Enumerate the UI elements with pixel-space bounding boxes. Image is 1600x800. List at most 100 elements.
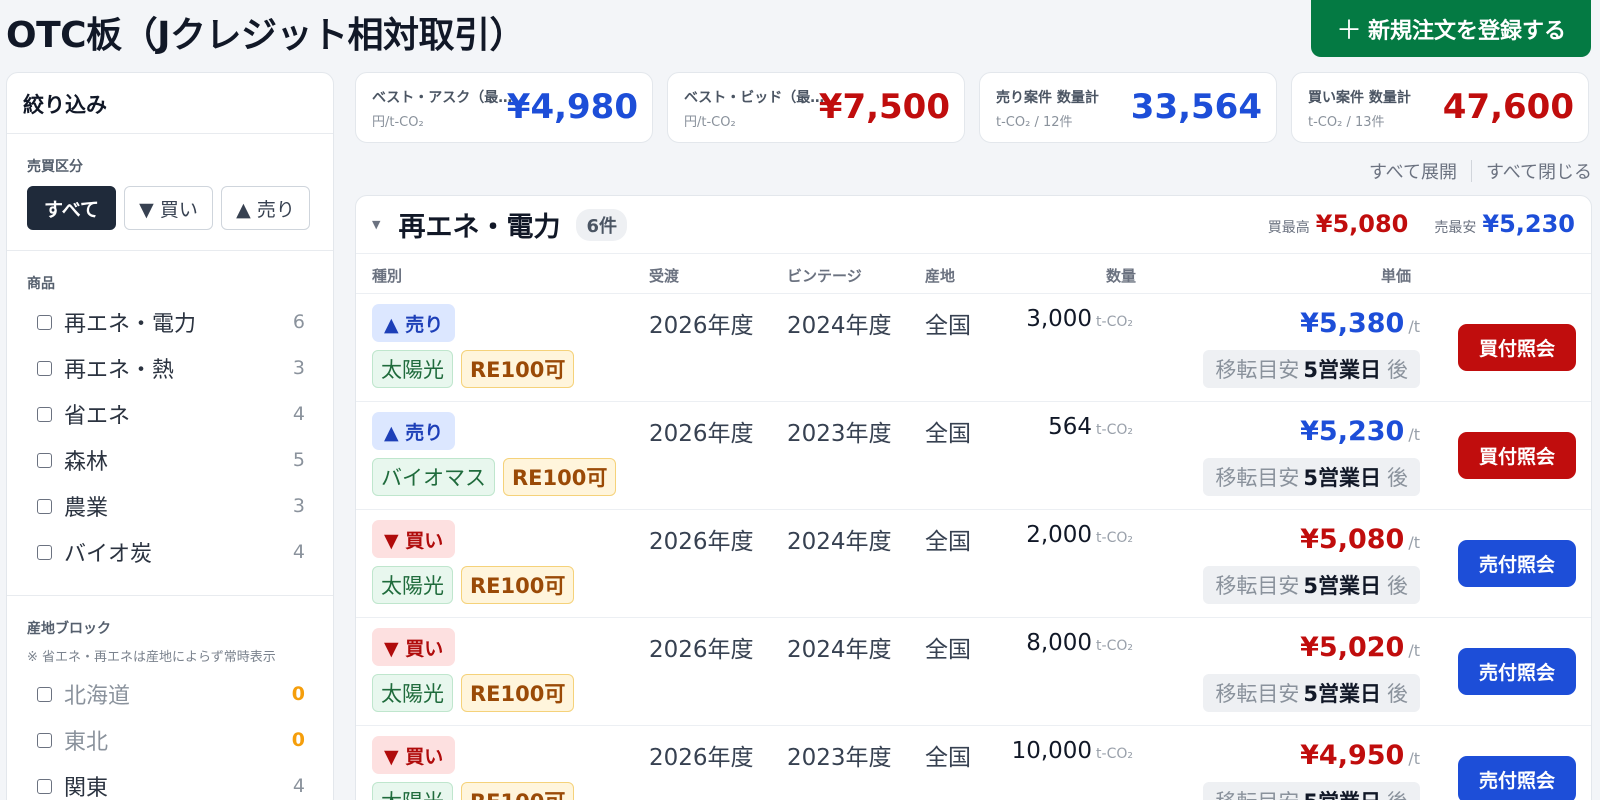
side-filter-label: 売買区分 bbox=[27, 159, 83, 175]
region-filter-item[interactable]: 関東 4 bbox=[7, 763, 333, 800]
page-title: OTC板（Jクレジット相対取引） bbox=[6, 15, 525, 56]
quantity-cell: 3,000 t-CO₂ bbox=[1026, 306, 1133, 332]
buy-total-card: 買い案件 数量計 t-CO₂ / 13件 47,600 bbox=[1291, 72, 1589, 143]
plus-icon: ＋ bbox=[1335, 16, 1362, 46]
product-filter-item[interactable]: 再エネ・電力 6 bbox=[7, 299, 333, 345]
checkbox[interactable] bbox=[37, 406, 52, 422]
re100-tag: RE100可 bbox=[461, 782, 575, 800]
transfer-estimate: 移転目安5営業日後 bbox=[1203, 782, 1420, 800]
checkbox[interactable] bbox=[37, 360, 52, 376]
side-filter-all[interactable]: すべて bbox=[27, 186, 116, 230]
side-badge: ▲ 売り bbox=[372, 304, 456, 342]
side-filter-sell[interactable]: ▲ 売り bbox=[221, 186, 310, 230]
inquiry-button[interactable]: 買付照会 bbox=[1458, 324, 1576, 371]
checkbox[interactable] bbox=[37, 686, 52, 702]
col-quantity: 数量 bbox=[1106, 267, 1137, 285]
side-badge: ▼ 買い bbox=[372, 628, 456, 666]
product-filter-item[interactable]: 森林 5 bbox=[7, 437, 333, 483]
filter-sidebar: 絞り込み 売買区分 すべて ▼ 買い ▲ 売り 商品 再エネ・電力 6 再エネ・熱… bbox=[6, 72, 334, 800]
delivery-cell: 2026年度 bbox=[649, 637, 754, 663]
sell-total-card: 売り案件 数量計 t-CO₂ / 12件 33,564 bbox=[979, 72, 1277, 143]
origin-cell: 全国 bbox=[925, 529, 971, 555]
table-header: 種別 受渡 ビンテージ 産地 数量 単価 bbox=[356, 254, 1591, 294]
price-cell: ¥5,020/t bbox=[1300, 632, 1420, 663]
origin-cell: 全国 bbox=[925, 421, 971, 447]
quantity-cell: 564 t-CO₂ bbox=[1048, 414, 1133, 440]
expand-all-link[interactable]: すべて展開 bbox=[1369, 158, 1457, 184]
product-filter-item[interactable]: 省エネ 4 bbox=[7, 391, 333, 437]
source-tag: 太陽光 bbox=[372, 782, 453, 800]
side-filter-group: すべて ▼ 買い ▲ 売り bbox=[7, 176, 333, 230]
category-header[interactable]: ▼ 再エネ・電力 6件 買最高 ¥5,080 売最安 ¥5,230 bbox=[356, 196, 1591, 254]
best-bid-value: ¥7,500 bbox=[818, 87, 950, 127]
re100-tag: RE100可 bbox=[461, 674, 575, 712]
order-row[interactable]: ▼ 買い太陽光 RE100可 2026年度 2023年度 全国 10,000t-CO₂ ¥4… bbox=[356, 726, 1591, 800]
buy-high-label: 買最高 bbox=[1267, 220, 1310, 236]
vintage-cell: 2024年度 bbox=[787, 313, 892, 339]
product-filter-item[interactable]: 再エネ・熱 3 bbox=[7, 345, 333, 391]
order-row[interactable]: ▼ 買い 太陽光 RE100可 2026年度 2024年度 全国 8,000 t-CO₂ ¥5,… bbox=[356, 618, 1591, 726]
sell-total-value: 33,564 bbox=[1130, 87, 1262, 127]
origin-cell: 全国 bbox=[925, 313, 971, 339]
best-ask-card: ベスト・アスク（最安値） 円/t-CO₂ ¥4,980 bbox=[355, 72, 653, 143]
re100-tag: RE100可 bbox=[461, 350, 575, 388]
transfer-estimate: 移転目安5営業日後 bbox=[1203, 674, 1420, 712]
checkbox[interactable] bbox=[37, 452, 52, 468]
side-filter-buy[interactable]: ▼ 買い bbox=[124, 186, 213, 230]
source-tag: 太陽光 bbox=[372, 350, 453, 388]
sell-low-label: 売最安 bbox=[1434, 220, 1477, 236]
product-filter-item[interactable]: 農業 3 bbox=[7, 483, 333, 529]
checkbox[interactable] bbox=[37, 498, 52, 514]
checkbox[interactable] bbox=[37, 732, 52, 748]
side-badge: ▼ 買い bbox=[372, 520, 456, 558]
col-vintage: ビンテージ bbox=[787, 267, 862, 285]
order-row[interactable]: ▼ 買い 太陽光 RE100可 2026年度 2024年度 全国 2,000 t-CO₂ ¥5,… bbox=[356, 510, 1591, 618]
buy-high-value: ¥5,080 bbox=[1315, 210, 1409, 238]
best-bid-card: ベスト・ビッド（最高値） 円/t-CO₂ ¥7,500 bbox=[667, 72, 965, 143]
quantity-cell: 8,000 t-CO₂ bbox=[1026, 630, 1133, 656]
price-cell: ¥5,080/t bbox=[1300, 524, 1420, 555]
re100-tag: RE100可 bbox=[461, 566, 575, 604]
delivery-cell: 2026年度 bbox=[649, 421, 754, 447]
quantity-cell: 2,000 t-CO₂ bbox=[1026, 522, 1133, 548]
collapse-caret-icon[interactable]: ▼ bbox=[372, 218, 380, 231]
region-filter-item[interactable]: 東北 0 bbox=[7, 717, 333, 763]
vintage-cell: 2023年度 bbox=[787, 421, 892, 447]
category-count-badge: 6件 bbox=[576, 208, 627, 241]
best-ask-value: ¥4,980 bbox=[506, 87, 638, 127]
checkbox[interactable] bbox=[37, 778, 52, 794]
new-order-label: 新規注文を登録する bbox=[1368, 18, 1567, 44]
re100-tag: RE100可 bbox=[503, 458, 617, 496]
transfer-estimate: 移転目安5営業日後 bbox=[1203, 566, 1420, 604]
product-filter-item[interactable]: バイオ炭 4 bbox=[7, 529, 333, 575]
inquiry-button[interactable]: 売付照会 bbox=[1458, 540, 1576, 587]
order-row[interactable]: ▲ 売り バイオマス RE100可 2026年度 2023年度 全国 564 t-CO₂ ¥5,… bbox=[356, 402, 1591, 510]
buy-total-value: 47,600 bbox=[1442, 87, 1574, 127]
price-cell: ¥5,230/t bbox=[1300, 416, 1420, 447]
side-badge: ▼ 買い bbox=[372, 736, 456, 774]
quantity-cell: 10,000 t-CO₂ bbox=[1011, 738, 1133, 764]
checkbox[interactable] bbox=[37, 544, 52, 560]
order-row[interactable]: ▲ 売り 太陽光 RE100可 2026年度 2024年度 全国 3,000 t-CO₂ ¥5,… bbox=[356, 294, 1591, 402]
side-badge: ▲ 売り bbox=[372, 412, 456, 450]
origin-cell: 全国 bbox=[925, 745, 971, 771]
col-type: 種別 bbox=[372, 267, 403, 285]
new-order-button[interactable]: ＋ 新規注文を登録する bbox=[1311, 0, 1591, 57]
inquiry-button[interactable]: 売付照会 bbox=[1458, 648, 1576, 695]
product-list: 再エネ・電力 6 再エネ・熱 3 省エネ 4 森林 5 農業 3 バイオ炭 4 bbox=[7, 293, 333, 575]
sidebar-title: 絞り込み bbox=[7, 73, 333, 134]
delivery-cell: 2026年度 bbox=[649, 313, 754, 339]
inquiry-button[interactable]: 買付照会 bbox=[1458, 432, 1576, 479]
checkbox[interactable] bbox=[37, 314, 52, 330]
transfer-estimate: 移転目安5営業日後 bbox=[1203, 350, 1420, 388]
vintage-cell: 2023年度 bbox=[787, 745, 892, 771]
delivery-cell: 2026年度 bbox=[649, 529, 754, 555]
vintage-cell: 2024年度 bbox=[787, 637, 892, 663]
inquiry-button[interactable]: 売付照会 bbox=[1458, 756, 1576, 800]
order-list: ▲ 売り 太陽光 RE100可 2026年度 2024年度 全国 3,000 t-CO₂ ¥5,… bbox=[356, 294, 1591, 800]
price-cell: ¥4,950/t bbox=[1300, 740, 1420, 771]
region-filter-item[interactable]: 北海道 0 bbox=[7, 671, 333, 717]
source-tag: 太陽光 bbox=[372, 566, 453, 604]
category-panel: ▼ 再エネ・電力 6件 買最高 ¥5,080 売最安 ¥5,230 種別 受渡 ビン… bbox=[355, 195, 1592, 800]
collapse-all-link[interactable]: すべて閉じる bbox=[1486, 158, 1592, 184]
